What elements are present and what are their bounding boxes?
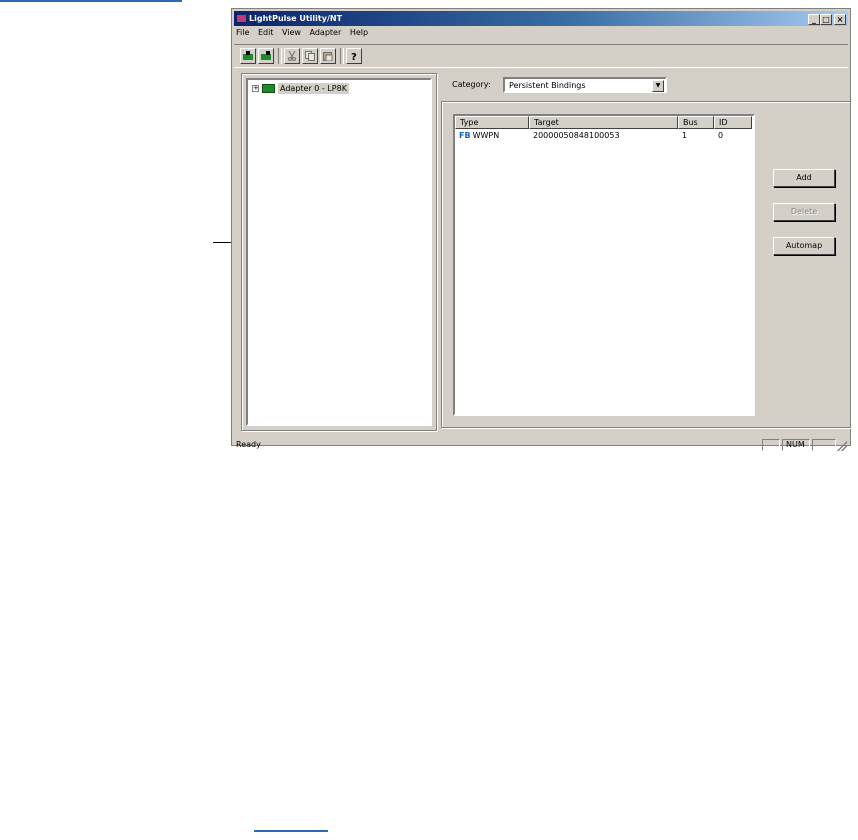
cut-button[interactable]	[284, 48, 300, 64]
help-button[interactable]: ?	[346, 48, 362, 64]
adapter-icon	[262, 84, 275, 93]
maximize-button[interactable]: □	[820, 14, 832, 25]
tree-node-label: Adapter 0 - LP8K	[278, 83, 349, 94]
close-button[interactable]: ×	[834, 14, 846, 25]
paste-icon	[323, 52, 333, 61]
menu-view[interactable]: View	[282, 28, 301, 37]
add-button[interactable]: Add	[773, 169, 835, 187]
adapter-reset-icon	[243, 51, 253, 60]
cell-bus: 1	[682, 131, 688, 140]
adapter-reset-button[interactable]	[240, 48, 256, 64]
menu-file[interactable]: File	[236, 28, 249, 37]
adapter-refresh-button[interactable]	[258, 48, 274, 64]
adapter-tree[interactable]: + Adapter 0 - LP8K	[246, 78, 432, 426]
binding-type-icon: FB	[459, 131, 471, 140]
bottom-rule	[254, 830, 328, 832]
menu-edit[interactable]: Edit	[258, 28, 274, 37]
expand-icon[interactable]: +	[252, 85, 259, 92]
toolbar-separator	[278, 48, 282, 64]
top-rule	[0, 0, 182, 2]
toolbar-separator	[340, 48, 344, 64]
status-pane-empty	[812, 439, 836, 451]
table-row[interactable]: FB WWPN 20000050848100053 1 0	[455, 130, 752, 141]
list-header: Type Target Bus ID	[455, 116, 752, 129]
title-bar[interactable]: LightPulse Utility/NT _ □ ×	[234, 11, 848, 26]
cell-type: FB WWPN	[455, 130, 529, 141]
minimize-button[interactable]: _	[808, 14, 820, 25]
app-icon	[237, 15, 246, 22]
adapter-refresh-icon	[261, 51, 271, 60]
menu-bar: File Edit View Adapter Help	[236, 28, 374, 41]
tree-node-adapter[interactable]: + Adapter 0 - LP8K	[252, 83, 349, 94]
status-pane-empty	[762, 439, 780, 451]
status-text: Ready	[236, 440, 261, 449]
delete-button[interactable]: Delete	[773, 203, 835, 221]
bindings-list[interactable]: Type Target Bus ID FB WWPN 20000050848100…	[453, 114, 755, 416]
menu-adapter[interactable]: Adapter	[310, 28, 342, 37]
category-value: Persistent Bindings	[509, 81, 586, 90]
cell-type-text: WWPN	[472, 131, 500, 140]
copy-button[interactable]	[302, 48, 318, 64]
window-title: LightPulse Utility/NT	[249, 14, 343, 23]
column-bus[interactable]: Bus	[678, 116, 714, 129]
paste-button[interactable]	[320, 48, 336, 64]
category-label: Category:	[452, 80, 491, 89]
cut-icon	[288, 51, 296, 61]
toolbar: ?	[234, 44, 848, 68]
resize-grip[interactable]	[837, 441, 847, 451]
num-lock-indicator: NUM	[782, 439, 810, 451]
category-select[interactable]: Persistent Bindings ▼	[503, 77, 667, 93]
column-id[interactable]: ID	[714, 116, 752, 129]
copy-icon	[305, 51, 315, 61]
column-target[interactable]: Target	[529, 116, 678, 129]
cell-id: 0	[718, 131, 724, 140]
svg-text:?: ?	[351, 52, 357, 61]
automap-button[interactable]: Automap	[773, 237, 835, 255]
cell-target: 20000050848100053	[533, 131, 620, 140]
menu-help[interactable]: Help	[350, 28, 368, 37]
chevron-down-icon[interactable]: ▼	[652, 80, 664, 92]
column-type[interactable]: Type	[455, 116, 529, 129]
help-icon: ?	[351, 52, 357, 61]
status-bar: Ready NUM	[234, 438, 848, 452]
